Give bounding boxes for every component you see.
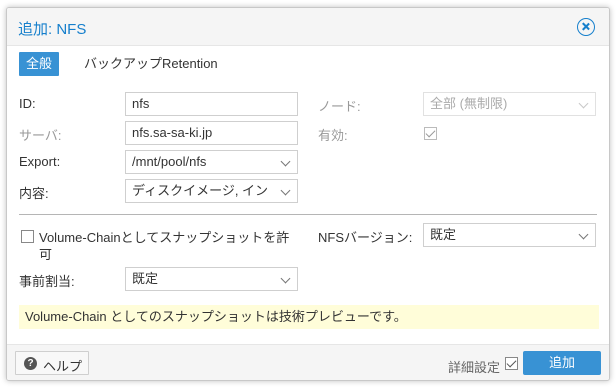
volume-chain-checkbox[interactable] (21, 230, 34, 243)
tech-preview-notice: Volume-Chain としてのスナップショットは技術プレビューです。 (19, 305, 599, 329)
advanced-checkbox[interactable] (505, 357, 518, 370)
preallocation-label: 事前割当: (19, 274, 75, 289)
chevron-down-icon[interactable] (280, 185, 291, 196)
help-button[interactable]: ? ヘルプ (15, 351, 89, 375)
advanced-label: 詳細設定 (448, 360, 501, 375)
export-combobox[interactable]: /mnt/pool/nfs (125, 150, 298, 174)
server-label: サーバ: (19, 128, 62, 143)
node-label: ノード: (318, 99, 361, 114)
dialog-footer: ? ヘルプ 詳細設定 追加 (7, 344, 609, 380)
chevron-down-icon[interactable] (280, 273, 291, 284)
export-label: Export: (19, 154, 61, 169)
nfs-version-value: 既定 (430, 227, 457, 242)
enabled-label: 有効: (318, 128, 348, 143)
id-label: ID: (19, 96, 36, 111)
dialog-titlebar: 追加: NFS (7, 8, 609, 46)
add-nfs-dialog: 追加: NFS 全般 バックアップRetention ID: nfs サーバ: … (6, 7, 610, 381)
volume-chain-label: Volume-Chainとしてスナップショットを許 (39, 230, 290, 245)
tab-backup-retention[interactable]: バックアップRetention (77, 52, 225, 76)
server-input[interactable]: nfs.sa-sa-ki.jp (125, 121, 298, 145)
preallocation-value: 既定 (132, 271, 159, 286)
content-combobox[interactable]: ディスクイメージ, イン (125, 179, 298, 203)
add-button[interactable]: 追加 (523, 351, 601, 375)
tab-general[interactable]: 全般 (19, 52, 60, 76)
nfs-version-combobox[interactable]: 既定 (423, 223, 596, 247)
close-icon[interactable] (577, 18, 595, 36)
preallocation-combobox[interactable]: 既定 (125, 267, 298, 291)
help-button-label: ヘルプ (43, 359, 83, 374)
nfs-version-label: NFSバージョン: (318, 230, 413, 245)
dialog-title: 追加: NFS (18, 21, 87, 38)
chevron-down-icon[interactable] (280, 156, 291, 167)
section-divider (19, 214, 597, 215)
content-value: ディスクイメージ, イン (132, 183, 269, 198)
chevron-down-icon[interactable] (578, 229, 589, 240)
question-icon: ? (24, 357, 37, 370)
chevron-down-icon (578, 98, 589, 109)
node-value: 全部 (無制限) (430, 96, 508, 111)
volume-chain-label-wrap: 可 (39, 247, 53, 262)
node-combobox: 全部 (無制限) (423, 92, 596, 116)
enabled-checkbox (424, 127, 437, 140)
content-label: 内容: (19, 186, 49, 201)
id-input[interactable]: nfs (125, 92, 298, 116)
export-value: /mnt/pool/nfs (132, 154, 207, 169)
